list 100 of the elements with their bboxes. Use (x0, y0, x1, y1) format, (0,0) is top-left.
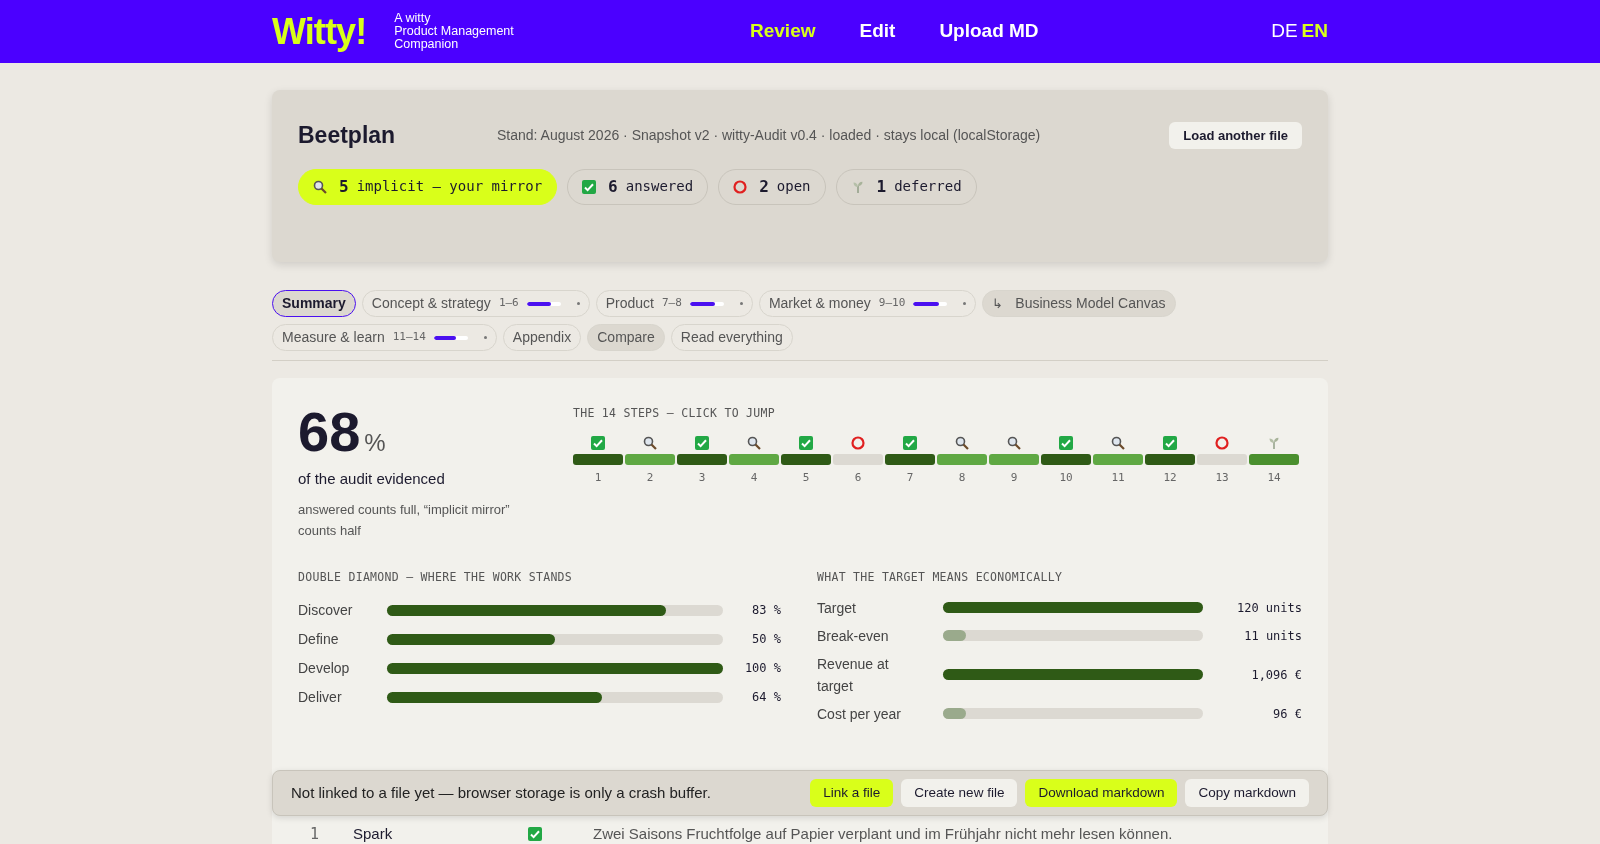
search-icon (1007, 435, 1021, 450)
phase-value: 83 % (752, 602, 781, 620)
tab-label: Concept & strategy (371, 294, 491, 313)
percent-caption: of the audit evidenced (298, 469, 446, 489)
checkmark-icon (1163, 435, 1177, 450)
nav-link[interactable]: Edit (859, 17, 896, 46)
step-number: 13 (1215, 470, 1229, 487)
tab-label: Market & money (768, 294, 871, 313)
file-action-button[interactable]: Download markdown (1025, 779, 1178, 807)
steps-title: THE 14 STEPS — CLICK TO JUMP (573, 405, 776, 422)
step-number: 11 (1111, 470, 1125, 487)
tab-label: Read everything (680, 328, 783, 347)
metric-value: 1,096 € (1251, 666, 1302, 684)
nav-link[interactable]: Upload MD (939, 17, 1039, 46)
step-button[interactable]: 14 (1249, 434, 1299, 487)
section-tab[interactable]: Compare (587, 324, 665, 351)
step-button[interactable]: 11 (1093, 434, 1143, 487)
phase-value: 100 % (744, 660, 781, 678)
step-button[interactable]: 10 (1041, 434, 1091, 487)
step-button[interactable]: 2 (625, 434, 675, 487)
checkmark-icon (1059, 435, 1073, 450)
step-button[interactable]: 7 (885, 434, 935, 487)
load-file-button[interactable]: Load another file (1169, 121, 1302, 149)
checkmark-icon (582, 179, 597, 194)
row-text: Zwei Saisons Fruchtfolge auf Papier verplant und im Frühjahr nicht mehr lesen können. (593, 823, 1173, 844)
metric-label: Cost per year (817, 704, 903, 724)
tab-label: Business Model Canvas (1015, 294, 1166, 313)
circle-icon (733, 179, 748, 194)
metric-label: Revenue at target (817, 654, 890, 696)
checkmark-icon (695, 435, 709, 450)
project-title: Beetplan (298, 121, 397, 150)
step-button[interactable]: 9 (989, 434, 1039, 487)
tab-label: Summary (282, 294, 346, 313)
section-tab[interactable]: ↳ Business Model Canvas (982, 290, 1176, 317)
step-number: 12 (1163, 470, 1177, 487)
step-number: 1 (594, 470, 602, 487)
step-button[interactable]: 6 (833, 434, 883, 487)
checkmark-icon (903, 435, 917, 450)
metric-label: Target (817, 598, 857, 618)
search-icon (955, 435, 969, 450)
step-button[interactable]: 3 (677, 434, 727, 487)
step-button[interactable]: 13 (1197, 434, 1247, 487)
search-icon (643, 435, 657, 450)
percent-unit: % (364, 428, 386, 458)
percent-value: 68 (298, 400, 361, 464)
phase-value: 50 % (752, 631, 781, 649)
phase-label: Develop (298, 658, 351, 678)
step-number: 8 (958, 470, 966, 487)
checkmark-icon (528, 827, 542, 841)
file-action-button[interactable]: Link a file (810, 779, 894, 807)
step-range: 9–10 (878, 295, 906, 312)
tab-label: Appendix (512, 328, 572, 347)
step-button[interactable]: 12 (1145, 434, 1195, 487)
sprout-icon (1267, 435, 1281, 450)
logo[interactable]: Witty! (272, 4, 367, 59)
dot-icon (483, 336, 487, 339)
diamond-title: DOUBLE DIAMOND — WHERE THE WORK STANDS (298, 568, 574, 586)
section-tab[interactable]: Summary (272, 290, 356, 317)
step-button[interactable]: 8 (937, 434, 987, 487)
checkmark-icon (591, 435, 605, 450)
step-range: 7–8 (662, 295, 682, 312)
step-number: 14 (1267, 470, 1281, 487)
dot-icon (576, 302, 580, 305)
search-icon (313, 179, 327, 194)
tab-label: Measure & learn (282, 328, 385, 347)
metric-label: Break-even (817, 626, 890, 646)
arrow-icon: ↳ (992, 293, 1004, 314)
phase-label: Deliver (298, 687, 343, 707)
tab-label: Compare (597, 328, 655, 347)
row-name: Spark (353, 823, 394, 844)
step-button[interactable]: 5 (781, 434, 831, 487)
step-number: 7 (906, 470, 914, 487)
phase-value: 64 % (752, 689, 781, 707)
step-number: 10 (1059, 470, 1073, 487)
step-number: 5 (802, 470, 810, 487)
language-link[interactable]: DE (1271, 17, 1298, 46)
step-number: 4 (750, 470, 758, 487)
phase-label: Define (298, 629, 340, 649)
dot-icon (739, 302, 743, 305)
metric-value: 120 units (1236, 599, 1302, 617)
step-button[interactable]: 1 (573, 434, 623, 487)
file-action-button[interactable]: Copy markdown (1185, 779, 1309, 807)
dot-icon (963, 302, 967, 305)
step-button[interactable]: 4 (729, 434, 779, 487)
file-action-button[interactable]: Create new file (901, 779, 1018, 807)
circle-icon (1215, 435, 1229, 450)
file-bar-message: Not linked to a file yet — browser storage is only a crash buffer. (291, 782, 711, 803)
search-icon (747, 435, 761, 450)
project-meta: Stand: August 2026 · Snapshot v2 · witty-Audit v0.4 · loaded · stays local (localStorage) (497, 125, 1041, 145)
status-chip[interactable]: 5 implicit — your mirror (298, 168, 558, 205)
row-number: 1 (309, 823, 321, 844)
step-number: 9 (1010, 470, 1018, 487)
checkmark-icon (799, 435, 813, 450)
metric-value: 96 € (1273, 705, 1302, 723)
phase-label: Discover (298, 600, 354, 620)
economics-title: WHAT THE TARGET MEANS ECONOMICALLY (817, 568, 1064, 586)
nav-link[interactable]: Review (750, 17, 816, 46)
percent-note: answered counts full, “implicit mirror” counts half (298, 500, 511, 540)
step-range: 1–6 (498, 295, 519, 312)
language-link[interactable]: EN (1301, 17, 1328, 46)
